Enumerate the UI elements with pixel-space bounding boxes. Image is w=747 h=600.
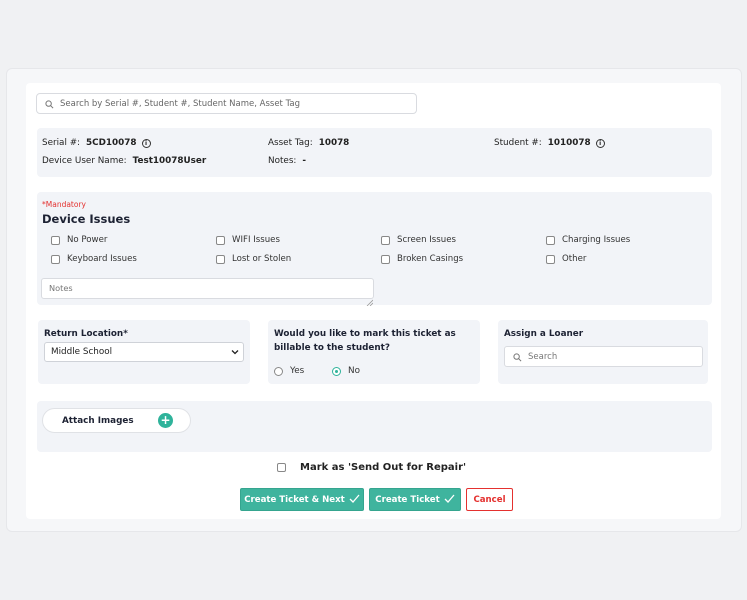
- attach-images-button[interactable]: Attach Images +: [42, 408, 191, 433]
- student-label: Student #:: [494, 138, 542, 148]
- create-ticket-button[interactable]: Create Ticket: [369, 488, 461, 511]
- asset-tag-label: Asset Tag:: [268, 138, 313, 148]
- checkbox[interactable]: [216, 235, 225, 245]
- checkbox[interactable]: [216, 254, 225, 264]
- checkbox[interactable]: [51, 254, 60, 264]
- device-issues-title: Device Issues: [42, 212, 131, 226]
- loaner-search-bar[interactable]: [504, 346, 703, 367]
- serial-info: Serial #: 5CD10078 i: [42, 138, 151, 148]
- resize-handle-icon[interactable]: [366, 291, 374, 307]
- issue-notes-field[interactable]: [41, 278, 374, 299]
- send-out-for-repair-label: Mark as 'Send Out for Repair': [300, 462, 467, 473]
- billable-question: Would you like to mark this ticket as bi…: [274, 329, 456, 353]
- billable-radio-no[interactable]: No: [332, 366, 360, 376]
- serial-label: Serial #:: [42, 138, 81, 148]
- checkbox[interactable]: [51, 235, 60, 245]
- send-out-for-repair-checkbox[interactable]: Mark as 'Send Out for Repair': [277, 462, 466, 473]
- device-info-panel: [37, 128, 712, 177]
- issue-checkbox-charging[interactable]: Charging Issues: [546, 235, 630, 245]
- issue-checkbox-screen[interactable]: Screen Issues: [381, 235, 456, 245]
- issue-checkbox-lost-stolen[interactable]: Lost or Stolen: [216, 254, 291, 264]
- issue-checkbox-other[interactable]: Other: [546, 254, 586, 264]
- billable-radio-yes[interactable]: Yes: [274, 366, 304, 376]
- serial-value: 5CD10078: [86, 138, 137, 148]
- return-location-value: Middle School: [51, 347, 113, 357]
- return-location-label: Return Location*: [44, 329, 128, 339]
- info-icon[interactable]: i: [141, 138, 151, 148]
- notes-info: Notes: -: [268, 156, 306, 166]
- checkbox[interactable]: [381, 254, 390, 264]
- return-location-select[interactable]: Middle School: [44, 342, 244, 362]
- search-icon: [45, 94, 54, 113]
- search-icon: [513, 347, 522, 366]
- issue-checkbox-broken-casings[interactable]: Broken Casings: [381, 254, 463, 264]
- device-search-bar[interactable]: [36, 93, 417, 114]
- cancel-button[interactable]: Cancel: [466, 488, 513, 511]
- loaner-search-input[interactable]: [528, 351, 698, 362]
- student-value: 1010078: [547, 138, 591, 148]
- checkmark-icon: [440, 494, 455, 506]
- asset-tag-info: Asset Tag: 10078: [268, 138, 349, 148]
- issue-checkbox-no-power[interactable]: No Power: [51, 235, 107, 245]
- radio-button-selected[interactable]: [332, 366, 341, 376]
- asset-tag-value: 10078: [318, 138, 350, 148]
- user-name-value: Test10078User: [132, 156, 207, 166]
- notes-label: Notes:: [268, 156, 297, 166]
- user-name-label: Device User Name:: [42, 156, 127, 166]
- checkbox[interactable]: [546, 254, 555, 264]
- mandatory-note: *Mandatory: [42, 200, 86, 209]
- plus-icon[interactable]: +: [158, 413, 173, 428]
- checkbox[interactable]: [381, 235, 390, 245]
- notes-value: -: [302, 156, 307, 166]
- checkmark-icon: [345, 494, 360, 506]
- user-name-info: Device User Name: Test10078User: [42, 156, 206, 166]
- issue-checkbox-keyboard[interactable]: Keyboard Issues: [51, 254, 137, 264]
- checkbox[interactable]: [546, 235, 555, 245]
- radio-button[interactable]: [274, 366, 283, 376]
- info-icon[interactable]: i: [595, 138, 605, 148]
- assign-loaner-label: Assign a Loaner: [504, 329, 584, 339]
- checkbox[interactable]: [277, 463, 286, 472]
- create-ticket-next-button[interactable]: Create Ticket & Next: [240, 488, 364, 511]
- student-info: Student #: 1010078 i: [494, 138, 605, 148]
- issue-checkbox-wifi[interactable]: WIFI Issues: [216, 235, 280, 245]
- device-search-input[interactable]: [60, 98, 400, 109]
- chevron-down-icon: [231, 348, 239, 359]
- attach-images-label: Attach Images: [62, 415, 134, 426]
